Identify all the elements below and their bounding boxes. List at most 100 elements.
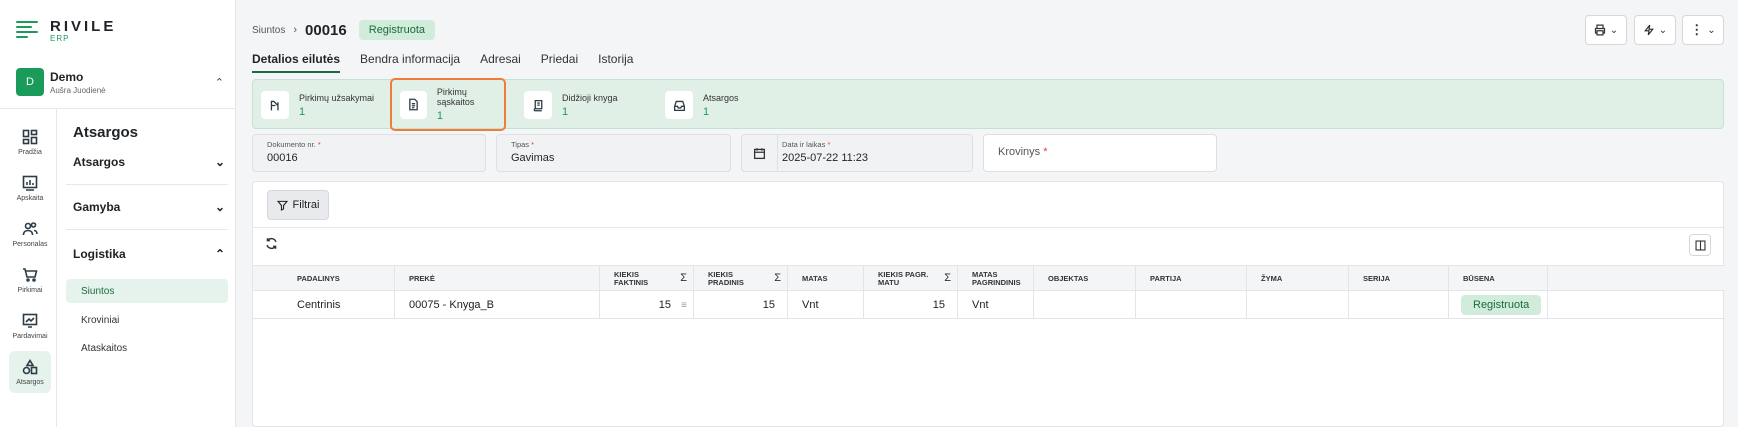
col-label: MATAS PAGRINDINIS — [972, 270, 1021, 287]
brand-name: RIVILE — [50, 18, 117, 35]
print-button[interactable]: ⌄ — [1585, 15, 1627, 45]
drag-handle-icon[interactable]: ≡ — [681, 300, 687, 311]
cell-kiekis-pradinis: 15 — [694, 291, 788, 319]
module-pradzia[interactable]: Pradžia — [9, 121, 51, 163]
divider — [66, 229, 228, 230]
menu-item-siuntos[interactable]: Siuntos — [66, 279, 228, 303]
dashboard-icon — [22, 129, 38, 144]
menu-section-logistika[interactable]: Logistika ⌃ — [73, 239, 225, 269]
field-value: Gavimas — [511, 152, 555, 164]
related-pirkimu-uzsakymai[interactable]: Pirkimų užsakymai 1 — [253, 80, 381, 130]
module-label: Atsargos — [16, 378, 44, 386]
chevron-updown-icon: ⌃ — [214, 76, 224, 89]
type-field[interactable]: Tipas * Gavimas — [496, 134, 731, 172]
module-nav: Pradžia Apskaita Personalas Pirkimai Par… — [0, 109, 57, 427]
col-padalinys[interactable]: PADALINYS — [283, 266, 395, 292]
col-matas[interactable]: MATAS — [788, 266, 864, 292]
related-didzioji-knyga[interactable]: Didžioji knyga 1 — [516, 80, 626, 130]
printer-icon — [1594, 24, 1605, 36]
lines-panel: Filtrai PADALINYS PREKĖ KIEKIS FAKTINIS Σ… — [252, 181, 1725, 427]
menu-section-gamyba[interactable]: Gamyba ⌄ — [73, 192, 225, 222]
divider — [66, 184, 228, 185]
cell-padalinys: Centrinis — [283, 291, 395, 319]
field-value: 00016 — [267, 152, 298, 164]
tab-priedai[interactable]: Priedai — [531, 52, 588, 71]
cart-icon — [23, 267, 38, 282]
calendar-icon[interactable] — [742, 135, 778, 171]
col-kiekis-pagr[interactable]: KIEKIS PAGR. MATU Σ — [864, 266, 958, 292]
col-kiekis-faktinis[interactable]: KIEKIS FAKTINIS Σ — [600, 266, 694, 292]
sales-icon — [22, 313, 38, 328]
module-pardavimai[interactable]: Pardavimai — [9, 305, 51, 347]
invoice-icon — [409, 98, 418, 111]
refresh-button[interactable] — [265, 237, 281, 253]
menu-section-label: Gamyba — [73, 200, 121, 214]
col-preke[interactable]: PREKĖ — [395, 266, 600, 292]
shapes-icon — [22, 358, 38, 374]
module-label: Pirkimai — [17, 286, 43, 294]
col-kiekis-pradinis[interactable]: KIEKIS PRADINIS Σ — [694, 266, 788, 292]
sum-icon[interactable]: Σ — [774, 273, 781, 285]
sum-icon[interactable]: Σ — [680, 273, 687, 285]
col-zyma[interactable]: ŽYMA — [1247, 266, 1349, 292]
cell-kiekis-faktinis[interactable]: 15 ≡ — [600, 291, 694, 319]
related-label: Pirkimų sąskaitos — [436, 87, 475, 107]
org-switcher[interactable]: D Demo Aušra Juodienė ⌃ — [16, 66, 224, 98]
menu-section-label: Atsargos — [73, 155, 126, 169]
actions-button[interactable]: ⌄ — [1634, 15, 1676, 45]
tab-bar: Detalios eilutės Bendra informacija Adre… — [252, 52, 643, 73]
left-rail: RIVILE ERP D Demo Aušra Juodienė ⌃ Pradž… — [0, 0, 236, 427]
col-matas-pagr[interactable]: MATAS PAGRINDINIS — [958, 266, 1034, 292]
module-apskaita[interactable]: Apskaita — [9, 167, 51, 209]
cell-zyma — [1247, 291, 1349, 319]
status-badge: Registruota — [1461, 295, 1542, 315]
tab-istorija[interactable]: Istorija — [588, 52, 643, 71]
more-button[interactable]: ⋮ ⌄ — [1682, 15, 1724, 45]
related-atsargos[interactable]: Atsargos 1 — [657, 80, 747, 130]
related-pirkimu-saskaitos[interactable]: Pirkimų sąskaitos 1 — [390, 78, 506, 131]
filter-button[interactable]: Filtrai — [267, 190, 329, 220]
menu-item-ataskaitos[interactable]: Ataskaitos — [66, 336, 228, 360]
module-label: Pradžia — [18, 148, 42, 156]
tab-bendra-informacija[interactable]: Bendra informacija — [350, 52, 470, 71]
chevron-down-icon: ⌄ — [214, 200, 225, 214]
module-personalas[interactable]: Personalas — [9, 213, 51, 255]
module-pirkimai[interactable]: Pirkimai — [9, 259, 51, 301]
col-partija[interactable]: PARTIJA — [1136, 266, 1247, 292]
datetime-field[interactable]: Data ir laikas * 2025-07-22 11:23 — [741, 134, 973, 172]
chart-icon — [22, 175, 38, 191]
doc-number-field[interactable]: Dokumento nr. * 00016 — [252, 134, 486, 172]
col-busena[interactable]: BŪSENA — [1449, 266, 1548, 292]
chevron-right-icon: › — [293, 24, 298, 36]
related-label: Pirkimų užsakymai — [299, 92, 375, 103]
breadcrumb: Siuntos › 00016 Registruota — [252, 20, 436, 40]
inbox-icon — [673, 100, 685, 111]
field-label: Data ir laikas * — [782, 140, 831, 149]
field-placeholder: Krovinys * — [998, 146, 1048, 158]
cell-partija — [1136, 291, 1247, 319]
chevron-down-icon: ⌄ — [1658, 24, 1668, 36]
tab-adresai[interactable]: Adresai — [470, 52, 531, 71]
col-serija[interactable]: SERIJA — [1349, 266, 1449, 292]
cell-kiekis-pagr: 15 — [864, 291, 958, 319]
cell-objektas — [1034, 291, 1136, 319]
col-label: KIEKIS FAKTINIS — [614, 270, 649, 287]
field-label: Tipas * — [511, 140, 535, 149]
menu-section-atsargos[interactable]: Atsargos ⌄ — [73, 147, 225, 177]
people-icon — [22, 221, 38, 235]
org-avatar: D — [16, 68, 44, 96]
cell-value: 15 — [658, 299, 671, 311]
sum-icon[interactable]: Σ — [944, 273, 951, 285]
cargo-field[interactable]: Krovinys * — [983, 134, 1217, 172]
columns-icon — [1694, 239, 1706, 251]
cell-matas: Vnt — [788, 291, 864, 319]
menu-item-kroviniai[interactable]: Kroviniai — [66, 308, 228, 332]
table-row[interactable]: Centrinis 00075 - Knyga_B 15 ≡ 15 Vnt 15 … — [253, 291, 1725, 319]
app-logo[interactable]: RIVILE ERP — [16, 18, 116, 43]
columns-toggle-button[interactable] — [1689, 234, 1711, 256]
col-objektas[interactable]: OBJEKTAS — [1034, 266, 1136, 292]
module-atsargos[interactable]: Atsargos — [9, 351, 51, 393]
chevron-down-icon: ⌄ — [1707, 24, 1716, 36]
tab-detalios-eilutes[interactable]: Detalios eilutės — [252, 52, 350, 73]
breadcrumb-root[interactable]: Siuntos — [252, 25, 285, 36]
